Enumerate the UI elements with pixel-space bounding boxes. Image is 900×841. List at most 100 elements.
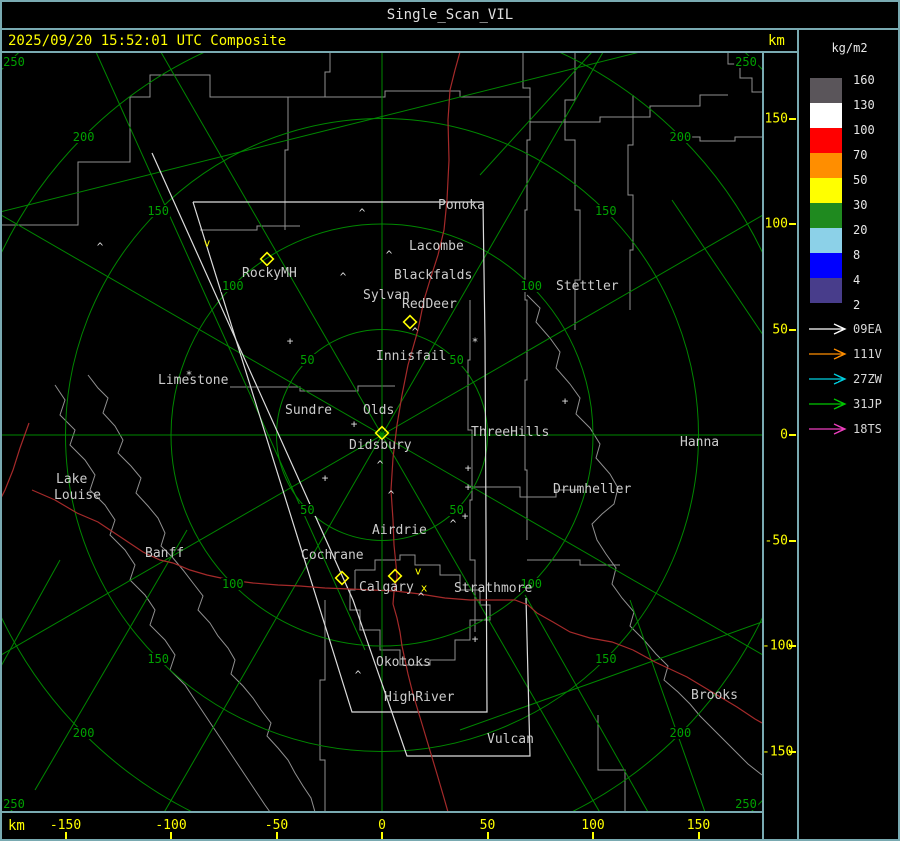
range-ring-label: 100: [220, 577, 245, 592]
city-label: Strathmore: [454, 581, 533, 596]
map-marker: +: [350, 417, 358, 431]
azimuth-radial-line: [163, 434, 383, 812]
map-marker: *: [471, 335, 479, 349]
right-axis-tick: [789, 750, 796, 753]
title-bar: Single_Scan_VIL: [0, 0, 900, 29]
city-label: Hanna: [680, 435, 720, 450]
range-ring-label: 100: [220, 278, 245, 293]
range-ring-label: 250: [2, 55, 26, 69]
frame-legend-left: [797, 29, 799, 841]
county-boundary-line: [530, 94, 728, 123]
county-boundary-line: [522, 52, 531, 540]
map-marker: +: [321, 471, 329, 485]
city-label: Calgary: [359, 580, 414, 595]
county-boundary-line: [526, 294, 762, 776]
map-marker: x: [420, 581, 428, 595]
range-ring-label: 200: [668, 726, 693, 741]
county-boundary-line: [130, 74, 530, 98]
radar-site-diamond: [259, 251, 275, 267]
site-id-label: 31JP: [853, 397, 882, 411]
site-id-label: 111V: [853, 347, 882, 361]
legend-color-swatch: [810, 203, 842, 228]
legend-color-swatch: [810, 153, 842, 178]
city-label: Brooks: [691, 688, 738, 703]
right-axis-tick: [789, 223, 796, 225]
range-ring-label: 250: [734, 55, 758, 69]
frame-map-top: [0, 51, 799, 53]
county-boundary-line: [2, 97, 131, 226]
right-axis-unit-label: km: [768, 33, 785, 49]
range-ring-label: 100: [519, 278, 544, 293]
azimuth-radial-line: [381, 434, 762, 655]
city-label: Drumheller: [553, 482, 632, 497]
range-ring-label: 250: [734, 797, 758, 811]
range-ring-label: 50: [448, 353, 465, 368]
bottom-axis-tick: [486, 832, 489, 839]
county-boundary-line: [627, 95, 634, 310]
legend-unit-label: kg/m2: [831, 41, 868, 55]
map-marker: +: [286, 334, 294, 348]
bottom-axis-tick-label: 100: [581, 818, 605, 833]
legend-color-swatch: [810, 103, 842, 128]
map-marker: ^: [339, 270, 347, 284]
city-label: Sundre: [285, 403, 332, 418]
county-boundary-line: [319, 600, 326, 812]
city-label: Limestone: [158, 373, 229, 388]
right-axis-tick-label: 100: [764, 216, 788, 232]
map-marker: *: [185, 368, 193, 382]
city-label: Didsbury: [349, 438, 412, 453]
bottom-axis-tick: [275, 832, 278, 839]
site-id-label: 18TS: [853, 422, 882, 436]
map-marker: +: [561, 394, 569, 408]
right-axis-tick: [789, 328, 796, 331]
bottom-axis-tick: [592, 832, 594, 839]
legend-level-label: 20: [853, 223, 868, 237]
bottom-axis: km -150 -100 -50 0 50 100 150: [0, 812, 797, 839]
frame-map-bottom: [0, 811, 762, 813]
legend-color-swatch: [810, 228, 842, 253]
bottom-axis-tick-label: 150: [686, 818, 711, 833]
bottom-axis-tick: [381, 832, 383, 839]
map-marker: ^: [96, 240, 104, 254]
right-axis-tick: [789, 645, 796, 647]
legend-panel: kg/m2 160 130 100 70 50 30 20 8 4 2 09EA 111V 27ZW 31…: [799, 29, 900, 841]
frame-title-separator: [0, 28, 900, 30]
azimuth-radial-line: [160, 52, 383, 436]
range-ring-label: 50: [299, 502, 316, 517]
legend-level-label: 50: [853, 173, 868, 187]
legend-level-label: 70: [853, 148, 868, 162]
site-arrow-icon: [809, 323, 847, 335]
frame-top: [0, 0, 900, 2]
map-marker: ^: [411, 325, 419, 339]
city-label: RedDeer: [402, 297, 457, 312]
frame-left: [0, 0, 2, 841]
bottom-axis-tick: [64, 832, 67, 839]
range-ring-label: 200: [71, 129, 96, 144]
map-marker: ^: [385, 248, 393, 262]
map-marker: ^: [354, 668, 362, 682]
site-arrow-icon: [809, 398, 847, 410]
city-label: Cochrane: [301, 548, 364, 563]
county-boundary-line: [54, 384, 271, 812]
map-marker: +: [471, 632, 479, 646]
city-label: Stettler: [556, 279, 619, 294]
range-ring-label: 150: [146, 651, 171, 666]
range-ring-label: 150: [593, 204, 618, 219]
county-boundary-line: [230, 385, 395, 392]
county-boundary-line: [284, 97, 289, 230]
city-label: Blackfalds: [394, 268, 473, 283]
right-axis-tick-label: -50: [764, 533, 788, 548]
window-title: Single_Scan_VIL: [386, 6, 514, 23]
city-label: Louise: [54, 488, 101, 503]
city-label: ThreeHills: [471, 425, 550, 440]
right-axis: 150 100 50 0 -50 -100 -150: [762, 52, 797, 812]
grid-spoke-line: [459, 621, 762, 731]
radar-map-canvas: 50 50 50 50 100 100 100 100 150 150 150 150 200 200 20…: [2, 52, 762, 812]
frame-map-right: [762, 52, 764, 841]
right-axis-tick-label: 150: [764, 111, 788, 126]
site-arrow-icon: [809, 423, 847, 435]
grid-spoke-line: [629, 599, 706, 812]
legend-color-swatch: [810, 128, 842, 153]
bottom-axis-tick-label: -50: [264, 818, 289, 833]
right-axis-tick: [789, 117, 796, 120]
